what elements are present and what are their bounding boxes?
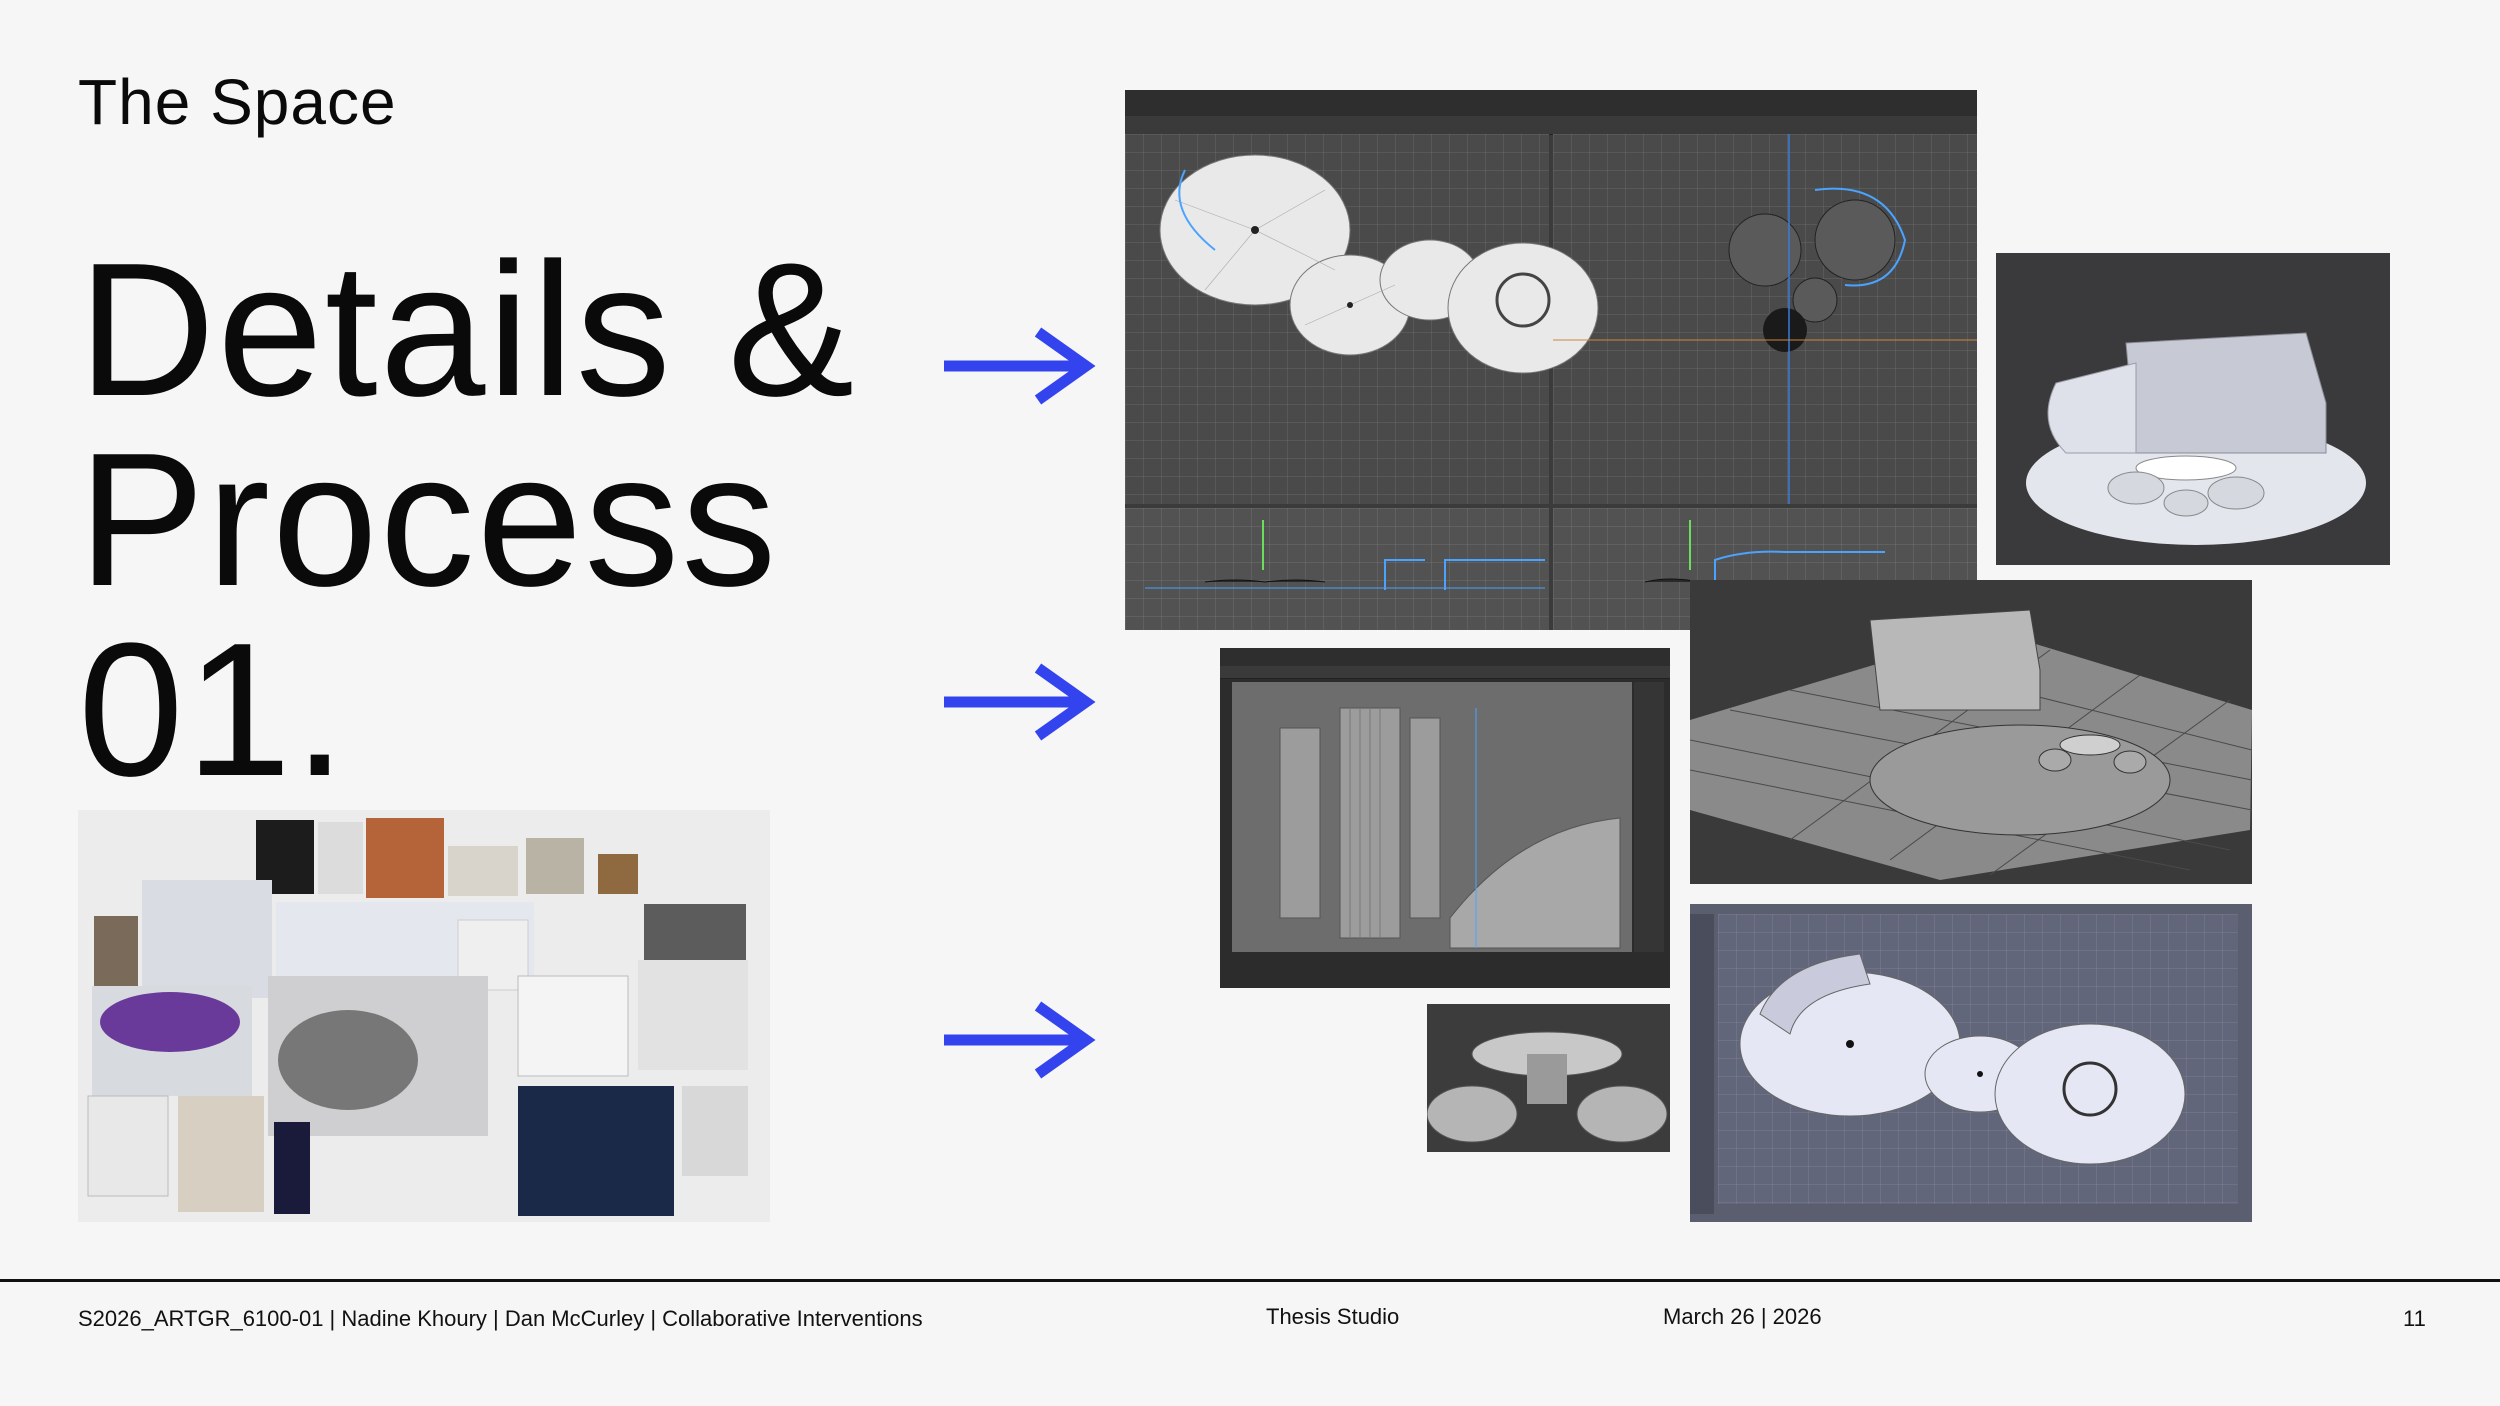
arrow-right-icon [944,327,1096,405]
slide: The Space Details & Process 01. S2026_AR… [0,0,2500,1406]
footer-course-info: S2026_ARTGR_6100-01 | Nadine Khoury | Da… [78,1306,923,1331]
modeling-viewport-image [1125,90,1977,630]
grid-render-image [1690,580,2252,884]
footer-date: March 26 | 2026 [1663,1304,1822,1329]
title-line-1: Details & [78,224,857,436]
room-render-image [1996,253,2390,565]
title-line-2: Process [78,414,779,626]
perspective-platforms-image [1690,904,2252,1222]
moodboard-collage-image [78,810,770,1222]
arrow-right-icon [944,663,1096,741]
footer-studio: Thesis Studio [1266,1304,1400,1329]
footer-divider [0,1279,2500,1282]
page-title: Details & Process 01. [78,235,856,805]
title-line-3: 01. [78,604,349,816]
wall-closeup-image [1220,648,1670,988]
page-number: 11 [2403,1306,2426,1331]
arrow-right-icon [944,1001,1096,1079]
table-pods-image [1427,1004,1670,1152]
section-title: The Space [78,66,397,138]
